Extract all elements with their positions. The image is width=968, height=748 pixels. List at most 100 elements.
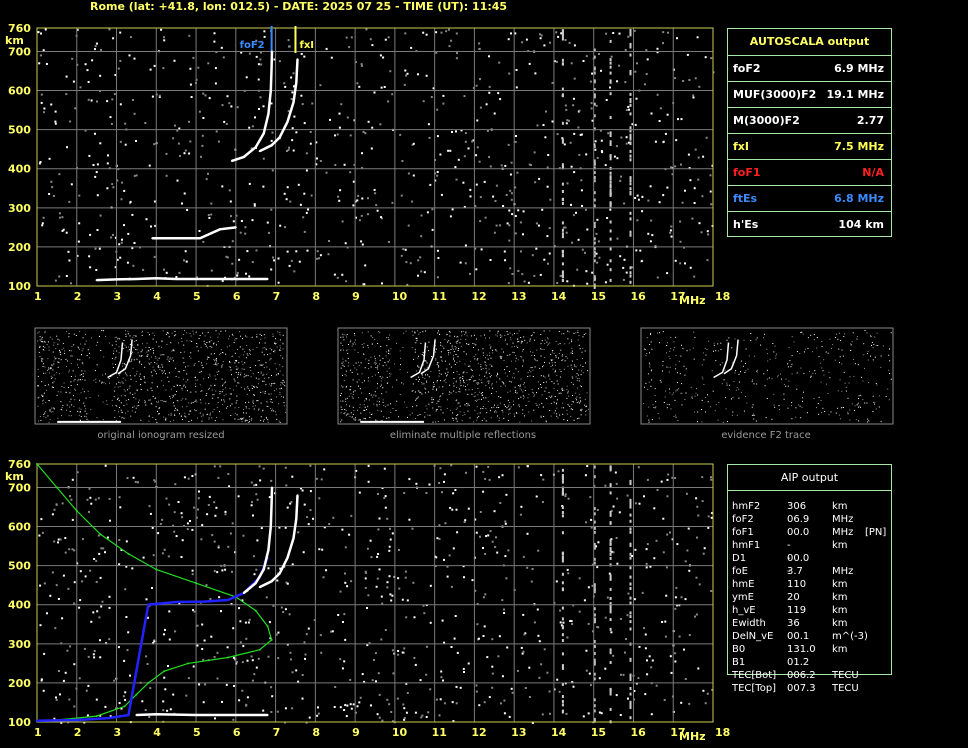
noise-dot (208, 495, 211, 498)
thumbnail-dot (681, 404, 683, 406)
noise-dot (364, 132, 367, 135)
thumbnail-dot (261, 351, 263, 353)
noise-streak (561, 625, 564, 629)
thumbnail-dot (714, 410, 716, 412)
thumbnail-dot (756, 383, 758, 385)
thumbnail-dot (152, 347, 154, 349)
thumbnail-dot (847, 411, 849, 413)
noise-dot (705, 136, 708, 139)
thumbnail-dot (546, 341, 548, 343)
thumbnail-dot (44, 332, 46, 334)
thumbnail-dot (181, 389, 183, 391)
noise-dot (64, 537, 67, 539)
thumbnail-dot (122, 347, 124, 349)
noise-dot (376, 209, 379, 212)
noise-dot (238, 607, 240, 610)
thumbnail-dot (697, 411, 699, 413)
thumbnail-dot (425, 360, 427, 362)
thumbnail-dot (504, 372, 506, 374)
trace-point (135, 714, 138, 716)
noise-dot (84, 63, 87, 66)
thumbnail-dot (646, 353, 648, 354)
noise-streak (561, 254, 564, 258)
thumbnail-dot (568, 342, 570, 344)
noise-dot (444, 522, 447, 525)
noise-dot (78, 222, 81, 225)
noise-dot (505, 194, 508, 196)
noise-dot (191, 475, 194, 477)
thumbnail-dot (559, 343, 561, 345)
noise-dot (436, 135, 439, 138)
thumbnail-dot (580, 414, 582, 416)
thumbnail-dot (645, 355, 647, 357)
noise-dot (475, 684, 478, 687)
thumbnail-dot (651, 369, 653, 371)
thumbnail-dot (178, 342, 179, 344)
thumbnail-dot (660, 381, 662, 383)
thumbnail-dot (256, 387, 258, 389)
noise-dot (98, 247, 101, 250)
thumbnail-dot (774, 345, 776, 347)
thumbnail-dot (379, 401, 380, 403)
thumbnail-dot (70, 381, 72, 383)
thumbnail-dot (440, 344, 442, 346)
thumbnail-dot (455, 408, 457, 410)
thumbnail-dot (39, 345, 41, 347)
thumbnail-dot (97, 341, 99, 343)
thumbnail-dot (155, 406, 157, 408)
thumbnail-dot (441, 360, 443, 362)
thumbnail-dot (65, 391, 67, 393)
thumbnail-dot (556, 380, 558, 382)
thumbnail-dot (424, 392, 426, 394)
noise-dot (94, 48, 96, 51)
thumbnail-dot (105, 335, 106, 337)
thumbnail-dot (173, 385, 175, 387)
noise-dot (689, 179, 692, 182)
noise-dot (388, 575, 391, 578)
noise-dot (132, 99, 134, 101)
thumbnail-dot (465, 332, 467, 334)
thumbnail-dot (567, 330, 569, 332)
thumbnail-dot (57, 338, 59, 340)
thumbnail-dot (510, 406, 512, 408)
noise-dot (352, 703, 355, 706)
thumbnail-dot (124, 390, 126, 392)
thumbnail-dot (115, 383, 117, 385)
thumbnail-dot (168, 358, 170, 360)
thumbnail-dot (872, 401, 874, 403)
thumbnail-dot (210, 353, 212, 355)
thumbnail-dot (558, 392, 560, 394)
thumbnail-dot (208, 403, 210, 405)
noise-dot (367, 197, 369, 200)
thumbnail-dot (419, 391, 421, 393)
thumbnail-dot (362, 346, 364, 348)
noise-dot (87, 655, 90, 658)
noise-dot (174, 483, 177, 486)
thumbnail-dot (804, 348, 806, 350)
noise-dot (38, 62, 41, 65)
thumbnail-dot (263, 380, 265, 382)
thumbnail-dot (415, 342, 417, 344)
noise-dot (503, 250, 506, 253)
thumbnail-dot (414, 332, 416, 334)
thumbnail-dot (573, 332, 575, 334)
noise-dot (344, 242, 347, 245)
noise-dot (565, 712, 568, 715)
thumbnail-dot (531, 388, 533, 390)
noise-dot (528, 696, 531, 698)
noise-dot (349, 134, 352, 137)
noise-dot (96, 610, 99, 613)
thumbnail-dot (496, 406, 498, 408)
noise-dot (567, 119, 570, 122)
thumbnail-dot (377, 372, 379, 374)
noise-dot (95, 581, 98, 583)
noise-dot (327, 253, 330, 256)
thumbnail-dot (867, 359, 869, 361)
thumbnail-dot (281, 382, 283, 384)
thumbnail-dot (149, 334, 150, 336)
noise-streak (561, 587, 564, 591)
thumbnail-dot (343, 339, 345, 341)
thumbnail-dot (703, 359, 705, 361)
thumbnail-dot (270, 401, 272, 403)
thumbnail-dot (425, 388, 427, 390)
